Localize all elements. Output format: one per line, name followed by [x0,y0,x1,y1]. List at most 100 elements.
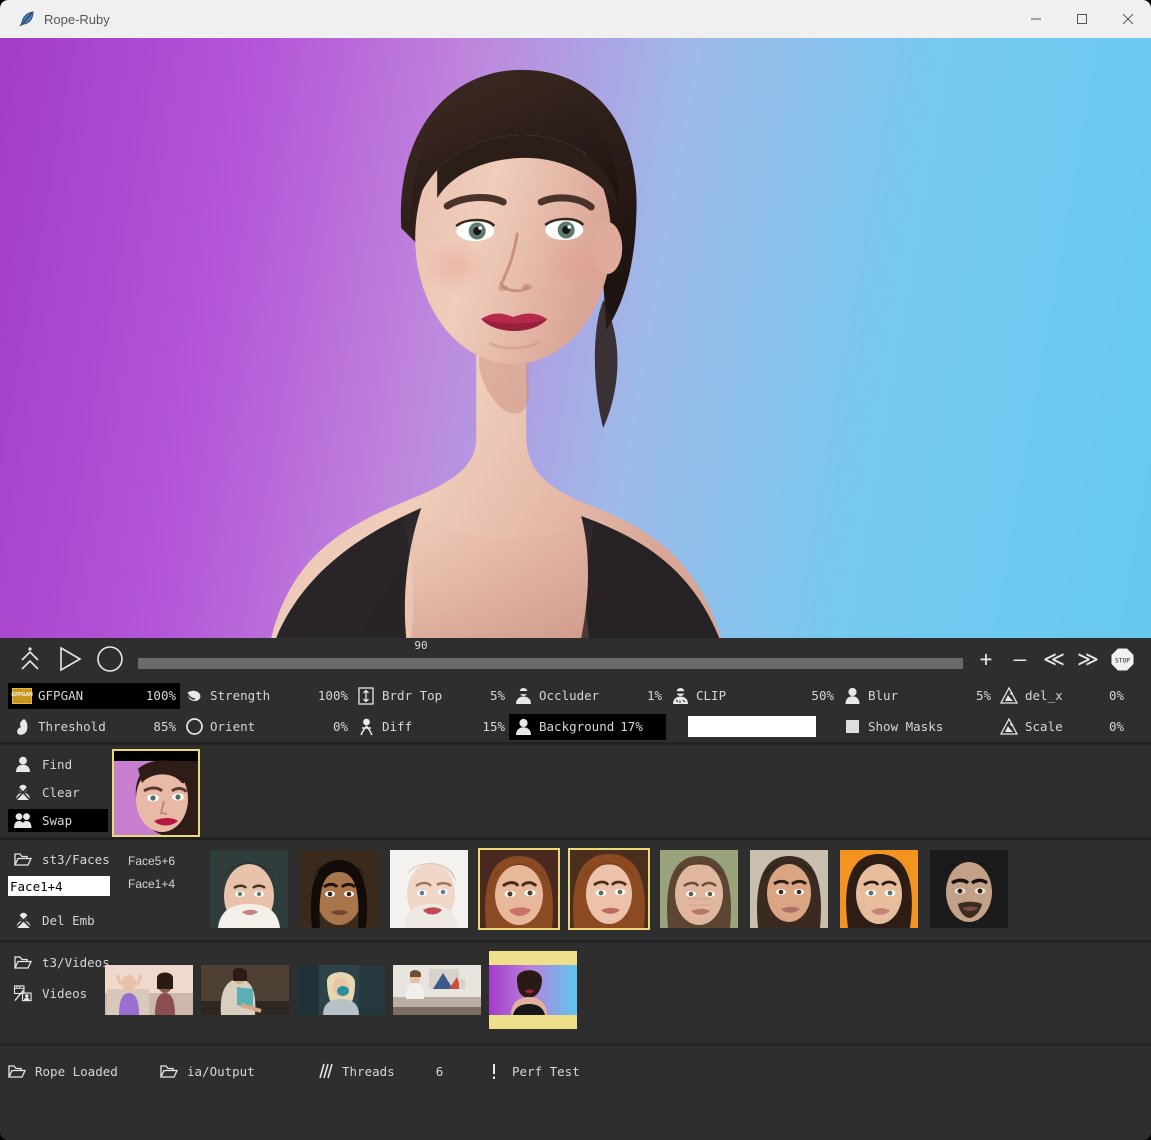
close-button[interactable] [1105,0,1151,38]
param-del-x-value: 0% [1109,688,1124,703]
param-threshold-value: 85% [153,719,176,734]
param-background-label: Background [539,719,614,734]
feather-quill-icon [12,10,42,28]
status-bar: Rope Loaded ia/Output Threads 6 Perf Tes… [0,1046,1151,1140]
two-people-icon [14,812,32,830]
orient-icon [184,717,204,737]
rope-loaded-status[interactable]: Rope Loaded [8,1060,160,1082]
updown-arrow-icon [356,686,376,706]
threads-setting[interactable]: Threads 6 [315,1060,485,1082]
face-thumb-5[interactable] [568,848,650,930]
face-thumb-2[interactable] [298,848,380,930]
person-icon [14,756,32,774]
find-button[interactable]: Find [8,753,112,776]
detected-face-thumbnail[interactable] [112,749,200,837]
face-thumb-4[interactable] [478,848,560,930]
param-del-x-label: del_x [1025,688,1063,703]
param-scale[interactable]: Scale 0% [995,714,1128,740]
checkbox-icon[interactable] [842,717,862,737]
video-thumb-3[interactable] [297,965,385,1015]
param-diff-label: Diff [382,719,412,734]
parameter-grid: GFPGAN GFPGAN 100% Threshold 85% Strengt… [0,680,1151,742]
param-diff[interactable]: Diff 15% [352,714,509,740]
record-icon[interactable] [90,645,130,673]
face-thumb-6[interactable] [658,848,740,930]
embedding-item-1[interactable]: Face5+6 [128,854,204,868]
muscle-icon [12,717,32,737]
person-mask-icon [513,686,533,706]
threads-icon [315,1062,333,1080]
decrease-button[interactable]: – [1005,644,1035,674]
param-strength[interactable]: Strength 100% [180,683,352,709]
param-blur[interactable]: Blur 5% [838,683,995,709]
warning-icon [999,686,1019,706]
param-show-masks-label: Show Masks [868,719,943,734]
folder-open-icon [14,851,32,869]
param-del-x[interactable]: del_x 0% [995,683,1128,709]
folder-open-icon [160,1062,178,1080]
output-folder-label: ia/Output [187,1064,255,1079]
video-thumb-5[interactable] [489,951,577,1029]
param-occluder-label: Occluder [539,688,599,703]
fast-forward-button[interactable]: ≫ [1073,644,1103,674]
param-clip[interactable]: CLIP 50% [666,683,838,709]
clear-button[interactable]: Clear [8,781,112,804]
muscle-icon [184,686,204,706]
output-folder-button[interactable]: ia/Output [160,1060,315,1082]
rewind-button[interactable]: ≪ [1039,644,1069,674]
video-thumb-4[interactable] [393,965,481,1015]
face-thumb-3[interactable] [388,848,470,930]
timeline-track-left[interactable] [138,658,526,669]
maximize-button[interactable] [1059,0,1105,38]
embedding-item-2[interactable]: Face1+4 [128,877,204,891]
clear-button-label: Clear [42,785,80,800]
face-thumb-8[interactable] [838,848,920,930]
chevrons-up-icon[interactable] [10,646,50,672]
video-person-icon [14,985,32,1003]
param-threshold[interactable]: Threshold 85% [8,714,180,740]
delete-embedding-button[interactable]: Del Emb [8,909,128,932]
faces-folder-button[interactable]: st3/Faces [8,848,128,871]
timeline-track-right[interactable] [526,658,963,669]
perf-test-button[interactable]: Perf Test [485,1060,645,1082]
increase-button[interactable]: + [971,644,1001,674]
gfpgan-badge-icon: GFPGAN [12,686,32,706]
face-thumb-9[interactable] [928,848,1010,930]
video-thumb-1[interactable] [105,965,193,1015]
faces-panel: st3/Faces Del Emb Face5+6 Face1+4 [0,840,1151,940]
videos-mode-label: Videos [42,986,87,1001]
param-gfpgan-label: GFPGAN [38,688,83,703]
videos-mode-button[interactable]: Videos [8,982,105,1005]
stop-button[interactable]: STOP [1107,644,1137,674]
timeline-value: 90 [414,639,427,652]
video-preview[interactable] [0,38,1151,638]
param-occluder[interactable]: Occluder 1% [509,683,666,709]
param-show-masks[interactable]: Show Masks [838,714,995,740]
param-gfpgan[interactable]: GFPGAN GFPGAN 100% [8,683,180,709]
param-orient[interactable]: Orient 0% [180,714,352,740]
transport-bar: 90 + – ≪ ≫ STOP [0,638,1151,680]
swap-button[interactable]: Swap [8,809,108,832]
timeline-slider[interactable]: 90 [138,638,963,680]
param-brdr-top[interactable]: Brdr Top 5% [352,683,509,709]
param-diff-value: 15% [482,719,505,734]
video-strip [105,951,1151,1043]
clip-text-input[interactable] [688,716,816,737]
play-icon[interactable] [50,645,90,673]
window-title: Rope-Ruby [44,12,110,27]
exclamation-icon [485,1062,503,1080]
face-thumb-1[interactable] [208,848,290,930]
param-orient-label: Orient [210,719,255,734]
video-thumb-2[interactable] [201,965,289,1015]
delete-embedding-label: Del Emb [42,913,95,928]
videos-folder-button[interactable]: t3/Videos [8,951,105,974]
minimize-button[interactable] [1013,0,1059,38]
param-background[interactable]: Background 17% [509,714,666,740]
embedding-name-input[interactable] [8,876,110,896]
window-controls [1013,0,1151,38]
face-thumb-7[interactable] [748,848,830,930]
videos-folder-label: t3/Videos [42,955,110,970]
param-blur-label: Blur [868,688,898,703]
param-threshold-label: Threshold [38,719,106,734]
preview-subject [251,38,811,638]
